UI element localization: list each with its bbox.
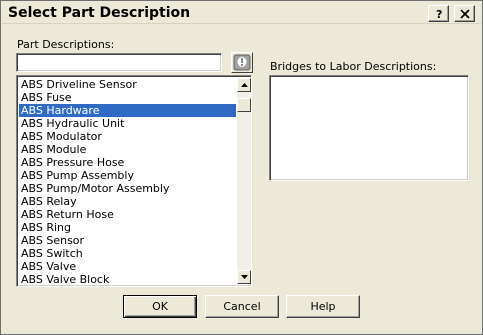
list-item[interactable]: ABS Switch <box>19 247 236 260</box>
scroll-down-button[interactable] <box>237 270 251 284</box>
list-item[interactable]: ABS Modulator <box>19 130 236 143</box>
cancel-button[interactable]: Cancel <box>205 295 279 318</box>
list-item[interactable]: ABS Fuse <box>19 91 236 104</box>
ok-button[interactable]: OK <box>123 295 197 318</box>
list-item[interactable]: ABS Hydraulic Unit <box>19 117 236 130</box>
list-item[interactable]: ABS Hardware <box>19 104 236 117</box>
list-scrollbar[interactable] <box>237 78 251 284</box>
list-item[interactable]: ABS Sensor <box>19 234 236 247</box>
help-title-button[interactable]: ? <box>428 5 449 22</box>
part-descriptions-label: Part Descriptions: <box>17 38 115 51</box>
scroll-up-button[interactable] <box>237 78 251 92</box>
close-icon <box>460 9 470 19</box>
question-icon: ? <box>436 8 442 20</box>
list-item[interactable]: ABS Valve <box>19 260 236 273</box>
list-item[interactable]: ABS Pressure Hose <box>19 156 236 169</box>
window-title: Select Part Description <box>8 5 191 21</box>
bridges-label: Bridges to Labor Descriptions: <box>270 60 437 73</box>
list-item[interactable]: ABS Ring <box>19 221 236 234</box>
title-bar[interactable]: Select Part Description ? <box>2 2 481 24</box>
select-part-description-dialog: Select Part Description ? Part Descripti… <box>0 0 483 335</box>
help-button[interactable]: Help <box>286 295 360 318</box>
list-item[interactable]: ABS Driveline Sensor <box>19 78 236 91</box>
svg-text:?: ? <box>436 8 442 20</box>
list-item[interactable]: ABS Pump/Motor Assembly <box>19 182 236 195</box>
arrow-up-icon <box>241 83 248 87</box>
exclamation-icon <box>233 54 251 71</box>
list-items: ABS Driveline Sensor ABS Fuse ABS Hardware… <box>19 78 236 286</box>
list-item[interactable]: ABS Valve Block <box>19 273 236 286</box>
list-item[interactable]: ABS Relay <box>19 195 236 208</box>
scroll-thumb[interactable] <box>237 98 251 112</box>
arrow-down-icon <box>241 275 248 279</box>
list-item[interactable]: ABS Return Hose <box>19 208 236 221</box>
list-item[interactable]: ABS Module <box>19 143 236 156</box>
part-descriptions-list[interactable]: ABS Driveline Sensor ABS Fuse ABS Hardware… <box>16 75 252 287</box>
close-button[interactable] <box>454 5 475 22</box>
filter-warning-button[interactable] <box>231 52 253 73</box>
list-item[interactable]: ABS Pump Assembly <box>19 169 236 182</box>
bridges-list[interactable] <box>269 75 469 181</box>
part-search-input[interactable] <box>16 53 222 72</box>
